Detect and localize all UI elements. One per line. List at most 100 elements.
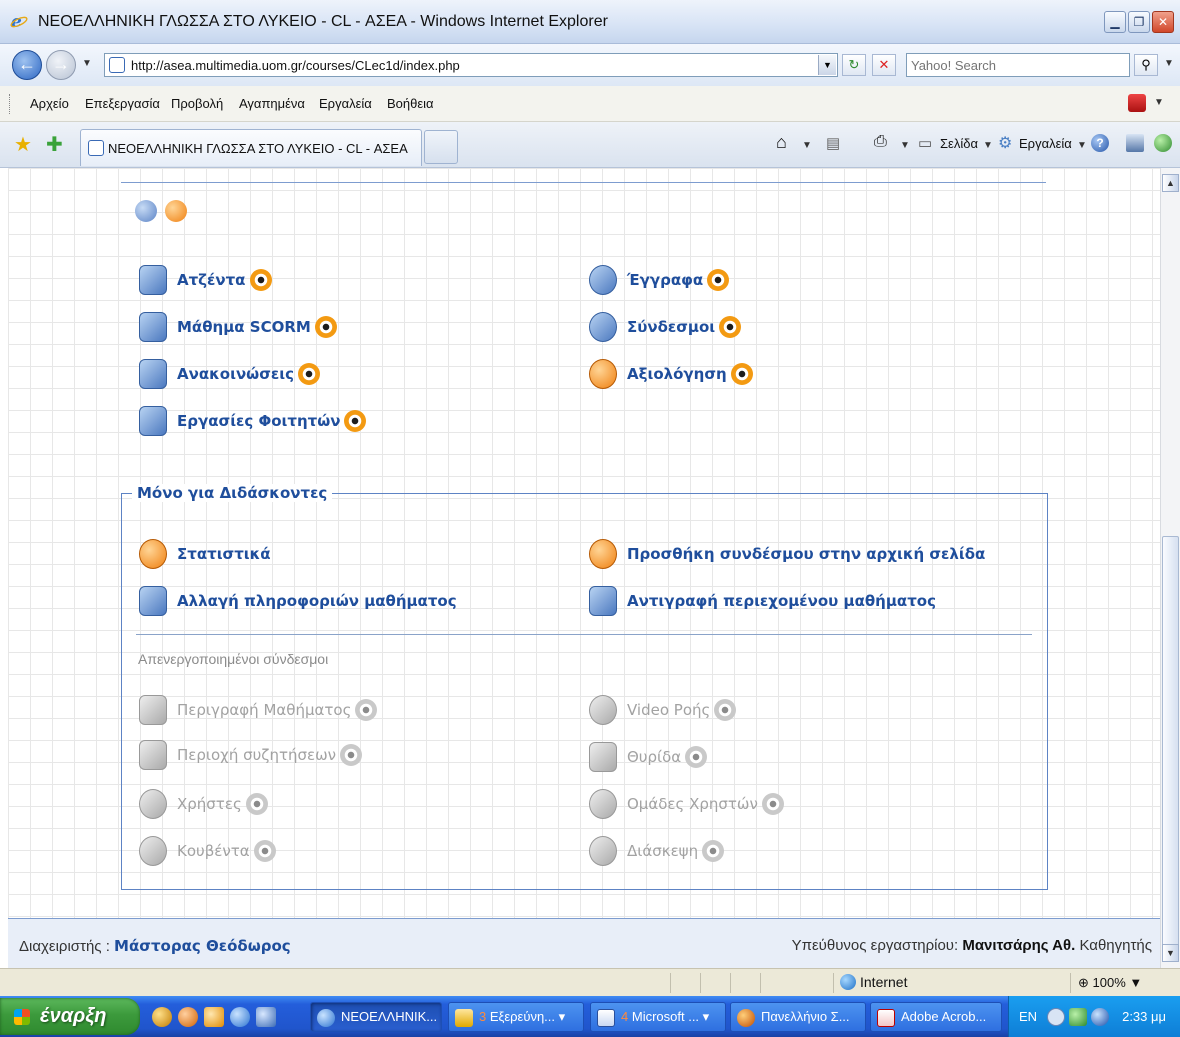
tool-label[interactable]: Διάσκεψη <box>627 842 698 860</box>
hidden-eye-icon[interactable] <box>340 744 363 766</box>
scroll-down-icon[interactable]: ▼ <box>1162 944 1179 962</box>
zoom-control[interactable]: ⊕ 100% ▼ <box>1078 975 1142 991</box>
translate-icon[interactable] <box>1128 94 1146 112</box>
home-icon[interactable]: ⌂ <box>776 132 787 153</box>
close-button[interactable]: ✕ <box>1152 11 1174 33</box>
search-input[interactable] <box>907 54 1129 76</box>
hidden-eye-icon[interactable] <box>253 840 276 862</box>
tool-label[interactable]: Χρήστες <box>177 795 242 813</box>
tool-label[interactable]: Προσθήκη συνδέσμου στην αρχική σελίδα <box>627 545 985 563</box>
tool-course-info[interactable]: Αλλαγή πληροφοριών μαθήματος <box>139 585 457 617</box>
back-button[interactable]: ← <box>12 50 42 80</box>
edit-icon[interactable] <box>135 200 157 222</box>
history-dropdown-icon[interactable]: ▼ <box>82 58 92 69</box>
tool-label[interactable]: Περιγραφή Μαθήματος <box>177 701 351 719</box>
taskbar-button-acrobat[interactable]: Adobe Acrob... <box>870 1002 1002 1032</box>
tool-label[interactable]: Σύνδεσμοι <box>627 318 715 336</box>
url-text[interactable]: http://asea.multimedia.uom.gr/courses/CL… <box>131 58 460 73</box>
clock[interactable]: 2:33 μμ <box>1122 1009 1166 1024</box>
hidden-eye-icon[interactable] <box>245 793 268 815</box>
minimize-button[interactable]: ▁ <box>1104 11 1126 33</box>
tool-label[interactable]: Θυρίδα <box>627 748 681 766</box>
tools-dropdown-icon[interactable]: ▼ <box>1077 140 1087 151</box>
tool-statistics[interactable]: Στατιστικά <box>139 538 271 570</box>
admin-name[interactable]: Μάστορας Θεόδωρος <box>114 937 291 955</box>
disabled-video[interactable]: Video Ροής <box>589 694 737 726</box>
quicklaunch-messenger-icon[interactable] <box>152 1007 172 1027</box>
delete-icon[interactable] <box>164 200 187 222</box>
visibility-eye-icon[interactable] <box>730 363 753 385</box>
tool-label[interactable]: Ανακοινώσεις <box>177 365 294 383</box>
tool-agenda[interactable]: Ατζέντα <box>139 264 272 296</box>
tool-label[interactable]: Αντιγραφή περιεχομένου μαθήματος <box>627 592 936 610</box>
add-favorite-icon[interactable]: ✚ <box>46 132 63 157</box>
quicklaunch-media-icon[interactable] <box>178 1007 198 1027</box>
home-dropdown-icon[interactable]: ▼ <box>802 140 812 151</box>
visibility-eye-icon[interactable] <box>719 316 742 338</box>
start-button[interactable]: έναρξη <box>0 998 140 1035</box>
tool-copy-content[interactable]: Αντιγραφή περιεχομένου μαθήματος <box>589 585 936 617</box>
disabled-conference[interactable]: Διάσκεψη <box>589 835 725 867</box>
tools-menu[interactable]: Εργαλεία <box>1019 136 1072 151</box>
quicklaunch-desktop-icon[interactable] <box>256 1007 276 1027</box>
tool-documents[interactable]: Έγγραφα <box>589 264 730 296</box>
disabled-course-description[interactable]: Περιγραφή Μαθήματος <box>139 694 378 726</box>
taskbar-button-word[interactable]: 4 Microsoft ... ▾ <box>590 1002 726 1032</box>
tool-label[interactable]: Αλλαγή πληροφοριών μαθήματος <box>177 592 457 610</box>
quicklaunch-folder-icon[interactable] <box>204 1007 224 1027</box>
help-icon[interactable]: ? <box>1091 134 1109 152</box>
disabled-user-groups[interactable]: Ομάδες Χρηστών <box>589 788 784 820</box>
stop-icon[interactable]: ✕ <box>872 54 896 76</box>
disabled-dropbox[interactable]: Θυρίδα <box>589 741 708 773</box>
taskbar-button-ie[interactable]: ΝΕΟΕΛΛΗΝΙΚ... <box>310 1002 442 1032</box>
tool-announcements[interactable]: Ανακοινώσεις <box>139 358 320 390</box>
disabled-forum[interactable]: Περιοχή συζητήσεων <box>139 739 363 771</box>
hidden-eye-icon[interactable] <box>685 746 708 768</box>
print-icon[interactable]: ⎙ <box>874 133 887 151</box>
visibility-eye-icon[interactable] <box>297 363 320 385</box>
menu-edit[interactable]: Επεξεργασία <box>85 96 160 111</box>
zoom-level[interactable]: 100% <box>1093 975 1126 990</box>
tab-active[interactable]: ΝΕΟΕΛΛΗΝΙΚΗ ΓΛΩΣΣΑ ΣΤΟ ΛΥΚΕΙΟ - CL - ΑΣΕ… <box>80 129 422 166</box>
hidden-eye-icon[interactable] <box>761 793 784 815</box>
search-icon[interactable]: ⚲ <box>1134 54 1158 76</box>
tool-label[interactable]: Ατζέντα <box>177 271 246 289</box>
tool-label[interactable]: Στατιστικά <box>177 545 271 563</box>
hidden-eye-icon[interactable] <box>714 699 737 721</box>
language-indicator[interactable]: EN <box>1019 1009 1037 1024</box>
tool-scorm[interactable]: Μάθημα SCORM <box>139 311 337 343</box>
restore-button[interactable]: ❐ <box>1128 11 1150 33</box>
taskbar-button-explorer[interactable]: 3 Εξερεύνη... ▾ <box>448 1002 584 1032</box>
quicklaunch-ie-icon[interactable] <box>230 1007 250 1027</box>
tool-label[interactable]: Εργασίες Φοιτητών <box>177 412 340 430</box>
search-options-icon[interactable]: ▼ <box>1164 58 1174 69</box>
print-dropdown-icon[interactable]: ▼ <box>900 140 910 151</box>
tool-links[interactable]: Σύνδεσμοι <box>589 311 742 343</box>
visibility-eye-icon[interactable] <box>344 410 367 432</box>
tool-assignments[interactable]: Εργασίες Φοιτητών <box>139 405 367 437</box>
disabled-users[interactable]: Χρήστες <box>139 788 268 820</box>
page-dropdown-icon[interactable]: ▼ <box>983 140 993 151</box>
tray-network-icon[interactable] <box>1069 1008 1087 1026</box>
menu-file[interactable]: Αρχείο <box>30 96 69 111</box>
tray-arrow-icon[interactable] <box>1047 1008 1065 1026</box>
address-dropdown-icon[interactable]: ▼ <box>818 55 836 75</box>
page-menu[interactable]: Σελίδα <box>940 136 978 151</box>
vertical-scrollbar[interactable]: ▲ ▼ <box>1160 168 1180 968</box>
translate-dropdown-icon[interactable]: ▼ <box>1154 97 1164 108</box>
tray-security-icon[interactable] <box>1091 1008 1109 1026</box>
taskbar-button-firefox[interactable]: Πανελλήνιο Σ... <box>730 1002 866 1032</box>
menu-favorites[interactable]: Αγαπημένα <box>239 96 305 111</box>
menu-view[interactable]: Προβολή <box>171 96 223 111</box>
scrollbar-thumb[interactable] <box>1162 536 1179 946</box>
tool-evaluation[interactable]: Αξιολόγηση <box>589 358 753 390</box>
tool-label[interactable]: Ομάδες Χρηστών <box>627 795 758 813</box>
visibility-eye-icon[interactable] <box>707 269 730 291</box>
scroll-up-icon[interactable]: ▲ <box>1162 174 1179 192</box>
tool-label[interactable]: Κουβέντα <box>177 842 250 860</box>
favorites-star-icon[interactable]: ★ <box>14 132 32 157</box>
tool-label[interactable]: Μάθημα SCORM <box>177 318 311 336</box>
menu-tools[interactable]: Εργαλεία <box>319 96 372 111</box>
new-tab-button[interactable] <box>424 130 458 164</box>
tool-add-link[interactable]: Προσθήκη συνδέσμου στην αρχική σελίδα <box>589 538 985 570</box>
